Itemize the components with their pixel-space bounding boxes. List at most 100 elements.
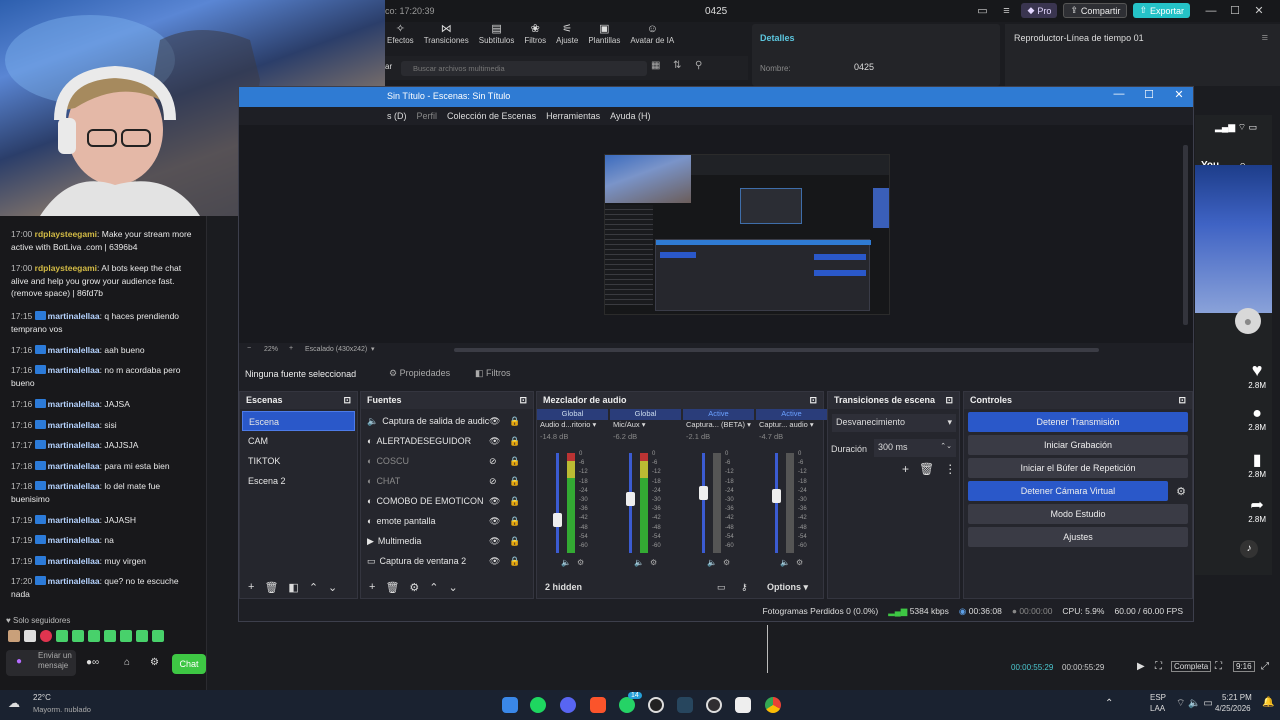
speaker-muted-icon[interactable]: 🔈	[780, 558, 790, 567]
source-item[interactable]: ◐ COMOBO DE EMOTICON 👁 🔒	[361, 491, 533, 511]
chevron-down-icon[interactable]: ▾	[371, 345, 375, 353]
scene-item[interactable]: Escena 2	[242, 471, 355, 491]
filters-button[interactable]: ◧ Filtros	[475, 368, 511, 379]
eye-icon[interactable]: 👁	[489, 496, 500, 507]
layout-icon[interactable]: ▭	[973, 4, 991, 17]
tool-filters[interactable]: ❀ Filtros	[524, 22, 546, 52]
add-icon[interactable]: +	[369, 581, 375, 593]
obs-icon[interactable]	[706, 697, 722, 713]
speaker-muted-icon[interactable]: 🔈	[707, 558, 717, 567]
ratio-button[interactable]: 9:16	[1233, 661, 1255, 672]
emote-icon[interactable]	[24, 630, 36, 642]
chrome-icon[interactable]	[765, 697, 781, 713]
network-speaker-battery-icons[interactable]: ⌔ 🔈 ▭	[1176, 697, 1213, 710]
trash-icon[interactable]: 🗑	[919, 462, 934, 476]
arrow-down-icon[interactable]: ⌄	[328, 581, 337, 594]
close-button[interactable]: ✕	[1169, 88, 1189, 101]
store-icon[interactable]: ⌂	[124, 657, 130, 668]
menu-profile[interactable]: Perfil	[417, 111, 438, 121]
volume-slider[interactable]	[702, 453, 705, 553]
expand-icon[interactable]: ⤢	[1261, 661, 1269, 672]
preview-canvas[interactable]	[604, 154, 890, 315]
tool-ai-avatar[interactable]: ☺ Avatar de IA	[630, 22, 674, 52]
source-item[interactable]: ◐ ALERTADESEGUIDOR 👁 🔒	[361, 431, 533, 451]
arrow-up-icon[interactable]: ⌃	[429, 581, 438, 594]
eye-icon[interactable]: 👁	[489, 436, 500, 447]
eye-off-icon[interactable]: ⊘	[489, 476, 497, 487]
tool-adjust[interactable]: ⚟ Ajuste	[556, 22, 578, 52]
eye-icon[interactable]: 👁	[489, 416, 500, 427]
hidden-count[interactable]: 2 hidden	[545, 582, 582, 592]
minimize-button[interactable]: —	[1109, 88, 1129, 100]
preview-scrollbar[interactable]	[1183, 145, 1188, 325]
emote-icon[interactable]	[120, 630, 132, 642]
emote-icon[interactable]	[72, 630, 84, 642]
source-item[interactable]: ▭ Captura de ventana 2 👁 🔒	[361, 551, 533, 571]
speaker-icon[interactable]: 🔈	[634, 558, 644, 567]
horizontal-scrollbar[interactable]	[454, 348, 1099, 352]
emote-icon[interactable]	[8, 630, 20, 642]
stop-stream-button[interactable]: Detener Transmisión	[968, 412, 1188, 432]
spotify-icon[interactable]	[530, 697, 546, 713]
trash-icon[interactable]: 🗑	[264, 581, 278, 594]
whatsapp-icon[interactable]	[619, 697, 635, 713]
lock-icon[interactable]: 🔒	[509, 536, 520, 547]
volume-slider[interactable]	[556, 453, 559, 553]
menu-lines-icon[interactable]: ≡	[1262, 32, 1268, 44]
start-recording-button[interactable]: Iniciar Grabación	[968, 435, 1188, 455]
tool-transitions[interactable]: ⋈ Transiciones	[424, 22, 469, 52]
volume-knob[interactable]	[772, 489, 781, 503]
lock-icon[interactable]: 🔒	[509, 436, 520, 447]
capcut-icon[interactable]	[735, 697, 751, 713]
share-button[interactable]: ⇪ Compartir	[1063, 3, 1128, 18]
source-item[interactable]: ◐ CHAT ⊘ 🔒	[361, 471, 533, 491]
settings-button[interactable]: Ajustes	[968, 527, 1188, 547]
maximize-button[interactable]: ☐	[1226, 4, 1244, 17]
gear-icon[interactable]: ⚙	[577, 558, 584, 567]
channel-name[interactable]: Captura... (BETA) ▾	[683, 420, 754, 432]
emote-icon[interactable]	[88, 630, 100, 642]
chevron-up-icon[interactable]: ⌃	[1105, 698, 1113, 709]
gear-icon[interactable]: ⚙	[1170, 485, 1192, 498]
properties-button[interactable]: ⚙ Propiedades	[389, 368, 450, 379]
volume-knob[interactable]	[699, 486, 708, 500]
start-icon[interactable]	[502, 697, 518, 713]
source-item[interactable]: ◐ COSCU ⊘ 🔒	[361, 451, 533, 471]
gear-icon[interactable]: ⚙	[723, 558, 730, 567]
source-item[interactable]: 🔈 Captura de salida de audic 👁 🔒	[361, 411, 533, 431]
layout-icon[interactable]: ▭	[717, 582, 726, 593]
minimize-button[interactable]: —	[1202, 5, 1220, 17]
steam-icon[interactable]	[677, 697, 693, 713]
add-icon[interactable]: +	[902, 462, 909, 476]
tool-subtitles[interactable]: ▤ Subtítulos	[479, 22, 515, 52]
stop-virtual-cam-button[interactable]: Detener Cámara Virtual	[968, 481, 1168, 501]
chat-message-input[interactable]: ● Enviar un mensaje	[6, 650, 76, 676]
lock-icon[interactable]: 🔒	[509, 456, 520, 467]
volume-knob[interactable]	[553, 513, 562, 527]
transition-select[interactable]: Desvanecimiento ▾	[832, 414, 956, 432]
lock-icon[interactable]: 🔒	[509, 476, 520, 487]
gear-icon[interactable]: ⚙	[409, 581, 419, 594]
more-icon[interactable]: ⋮	[944, 462, 956, 476]
source-item[interactable]: ◐ emote pantalla 👁 🔒	[361, 511, 533, 531]
emote-icon[interactable]	[104, 630, 116, 642]
eye-icon[interactable]: 👁	[489, 516, 500, 527]
play-button[interactable]: ▶	[1137, 661, 1145, 672]
scene-item[interactable]: CAM	[242, 431, 355, 451]
full-quality-button[interactable]: Completa	[1171, 661, 1212, 672]
menu-scenes[interactable]: s (D)	[387, 111, 407, 121]
studio-mode-button[interactable]: Modo Estudio	[968, 504, 1188, 524]
discord-icon[interactable]	[560, 697, 576, 713]
channel-name[interactable]: Captur... audio ▾	[756, 420, 827, 432]
scene-item[interactable]: TIKTOK	[242, 451, 355, 471]
export-button[interactable]: ⇧ Exportar	[1133, 3, 1190, 18]
zoom-in-button[interactable]: +	[289, 345, 293, 352]
fullscreen-icon[interactable]: ⛶	[1215, 661, 1222, 672]
eye-off-icon[interactable]: ⊘	[489, 456, 497, 467]
notifications-icon[interactable]: 🔔	[1262, 697, 1274, 708]
timeline-playhead[interactable]	[767, 625, 768, 673]
pro-button[interactable]: ◆ Pro	[1021, 3, 1058, 18]
gear-icon[interactable]: ⚙	[796, 558, 803, 567]
media-search-input[interactable]: Buscar archivos multimedia	[401, 61, 647, 76]
temperature[interactable]: 22°C	[33, 693, 51, 702]
